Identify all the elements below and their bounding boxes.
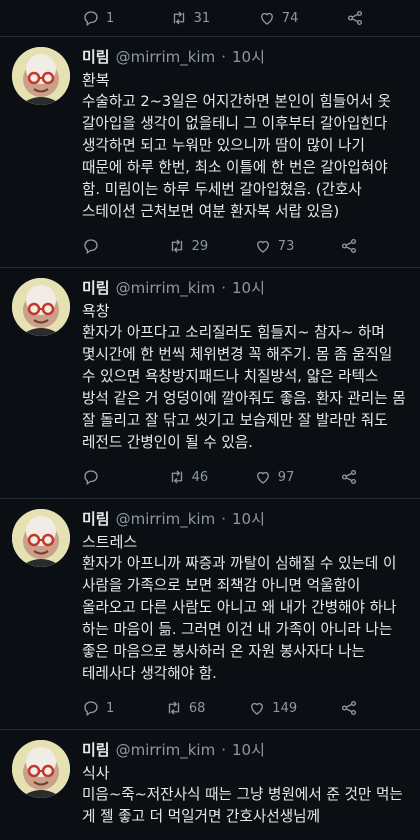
author-handle[interactable]: @mirrim_kim: [116, 278, 216, 298]
avatar-image: [12, 47, 70, 105]
like-count: 149: [272, 700, 298, 716]
like-count: 73: [277, 238, 295, 254]
reply-icon: [84, 239, 98, 255]
retweet-icon: [173, 11, 184, 25]
timeline-feed: 1 31 74 미림 @mirrim_kim · 10시 환복 수술하고 2~3…: [0, 0, 420, 832]
tweet-title: 스트레스: [82, 533, 138, 551]
avatar[interactable]: [12, 47, 70, 105]
tweet[interactable]: 미림 @mirrim_kim · 10시 환복 수술하고 2~3일은 어지간하면…: [0, 37, 420, 267]
tweet-header: 미림 @mirrim_kim · 10시: [82, 47, 408, 67]
reply-icon: [84, 11, 98, 27]
retweet-count: 31: [193, 10, 211, 26]
like-icon: [256, 240, 269, 253]
separator-dot: ·: [221, 279, 226, 297]
tweet-actions: 29 73: [82, 229, 408, 263]
tweet-content: 미림 @mirrim_kim · 10시 스트레스 환자가 아프니까 짜증과 까…: [82, 509, 408, 725]
share-button[interactable]: [346, 9, 364, 27]
separator-dot: ·: [221, 741, 226, 759]
reply-button[interactable]: 1: [82, 9, 122, 27]
tweet-time[interactable]: 10시: [232, 278, 265, 298]
retweet-icon: [168, 701, 180, 715]
retweet-button[interactable]: 68: [165, 699, 206, 717]
share-icon: [341, 238, 357, 254]
tweet-actions: 1 68 149: [82, 691, 408, 725]
retweet-icon: [171, 470, 182, 484]
tweet-text: 미음~죽~저잔사식 때는 그냥 병원에서 준 것만 먹는 게 젤 좋고 더 먹일…: [82, 786, 403, 825]
retweet-count: 29: [191, 238, 209, 254]
tweet-time[interactable]: 10시: [232, 509, 265, 529]
tweet-text: 수술하고 2~3일은 어지간하면 본인이 힘들어서 옷 갈아입을 생각이 없을테…: [82, 93, 392, 220]
previous-tweet-stats: 1 31 74: [0, 0, 420, 36]
like-button[interactable]: 97: [254, 468, 295, 486]
avatar[interactable]: [12, 740, 70, 798]
tweet-text: 환자가 아프니까 짜증과 까탈이 심해질 수 있는데 이 사람을 가족으로 보면…: [82, 555, 397, 682]
reply-count: 1: [106, 700, 115, 716]
avatar[interactable]: [12, 278, 70, 336]
like-button[interactable]: 149: [248, 699, 297, 717]
share-button[interactable]: [340, 468, 358, 486]
tweet-time[interactable]: 10시: [232, 740, 265, 760]
avatar-image: [12, 740, 70, 798]
separator-dot: ·: [221, 510, 226, 528]
reply-button[interactable]: 1: [82, 699, 122, 717]
share-icon: [347, 10, 363, 26]
reply-button[interactable]: [82, 468, 122, 486]
author-handle[interactable]: @mirrim_kim: [116, 740, 216, 760]
tweet-header: 미림 @mirrim_kim · 10시: [82, 278, 408, 298]
retweet-button[interactable]: 46: [168, 468, 209, 486]
author-handle[interactable]: @mirrim_kim: [116, 47, 216, 67]
avatar[interactable]: [12, 509, 70, 567]
retweet-count: 68: [188, 700, 206, 716]
avatar-image: [12, 509, 70, 567]
tweet[interactable]: 미림 @mirrim_kim · 10시 스트레스 환자가 아프니까 짜증과 까…: [0, 499, 420, 729]
author-name[interactable]: 미림: [82, 278, 110, 298]
tweet-actions: 46 97: [82, 460, 408, 494]
retweet-icon: [171, 239, 182, 253]
separator-dot: ·: [221, 48, 226, 66]
like-count: 97: [277, 469, 295, 485]
retweet-count: 46: [191, 469, 209, 485]
like-button[interactable]: 73: [254, 237, 295, 255]
tweet-content: 미림 @mirrim_kim · 10시 식사 미음~죽~저잔사식 때는 그냥 …: [82, 740, 408, 828]
author-handle[interactable]: @mirrim_kim: [116, 509, 216, 529]
tweet-content: 미림 @mirrim_kim · 10시 환복 수술하고 2~3일은 어지간하면…: [82, 47, 408, 263]
tweet-title: 식사: [82, 764, 110, 782]
like-icon: [260, 12, 273, 25]
tweet-header: 미림 @mirrim_kim · 10시: [82, 740, 408, 760]
like-button[interactable]: 74: [258, 9, 299, 27]
share-icon: [341, 700, 357, 716]
author-name[interactable]: 미림: [82, 740, 110, 760]
tweet-text: 환자가 아프다고 소리질러도 힘들지~ 참자~ 하며 몇시간에 한 번씩 체위변…: [82, 324, 406, 451]
tweet-title: 환복: [82, 71, 110, 89]
retweet-button[interactable]: 31: [170, 9, 211, 27]
tweet-title: 욕창: [82, 302, 110, 320]
tweet-header: 미림 @mirrim_kim · 10시: [82, 509, 408, 529]
tweet-time[interactable]: 10시: [232, 47, 265, 67]
reply-icon: [84, 470, 98, 486]
like-icon: [256, 471, 269, 484]
reply-icon: [84, 701, 98, 717]
tweet[interactable]: 미림 @mirrim_kim · 10시 욕창 환자가 아프다고 소리질러도 힘…: [0, 268, 420, 498]
share-button[interactable]: [340, 237, 358, 255]
avatar-image: [12, 278, 70, 336]
author-name[interactable]: 미림: [82, 509, 110, 529]
tweet-content: 미림 @mirrim_kim · 10시 욕창 환자가 아프다고 소리질러도 힘…: [82, 278, 408, 494]
like-icon: [251, 702, 264, 715]
tweet[interactable]: 미림 @mirrim_kim · 10시 식사 미음~죽~저잔사식 때는 그냥 …: [0, 730, 420, 832]
author-name[interactable]: 미림: [82, 47, 110, 67]
reply-count: 1: [106, 10, 115, 26]
reply-button[interactable]: [82, 237, 122, 255]
share-button[interactable]: [340, 699, 358, 717]
retweet-button[interactable]: 29: [168, 237, 209, 255]
share-icon: [341, 469, 357, 485]
like-count: 74: [281, 10, 299, 26]
